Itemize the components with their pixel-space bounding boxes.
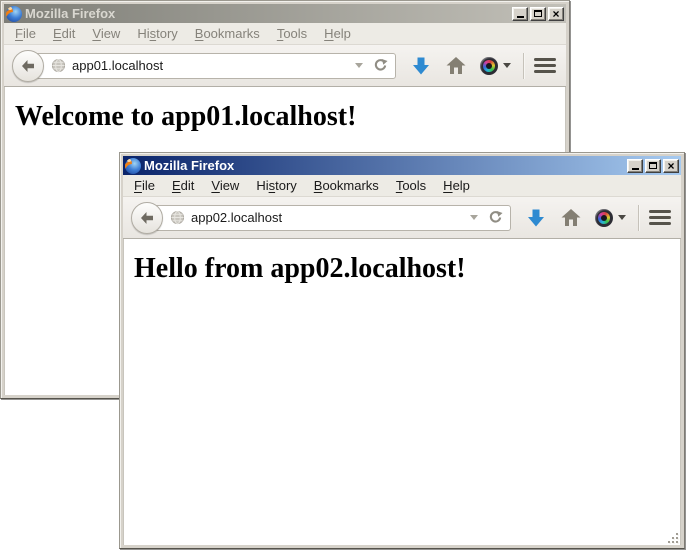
- menu-item-edit[interactable]: Edit: [46, 24, 82, 43]
- resize-grip[interactable]: [666, 531, 680, 545]
- menu-item-help[interactable]: Help: [436, 176, 477, 195]
- firefox-logo-icon: [6, 6, 22, 22]
- page-heading: Hello from app02.localhost!: [124, 253, 680, 285]
- menu-item-view[interactable]: View: [85, 24, 127, 43]
- home-button[interactable]: [446, 56, 466, 75]
- back-arrow-icon: [20, 58, 36, 74]
- addon-lens-icon: [595, 209, 613, 227]
- maximize-button[interactable]: [645, 159, 661, 173]
- minimize-button[interactable]: [627, 159, 643, 173]
- back-button[interactable]: [131, 202, 163, 234]
- url-bar[interactable]: app02.localhost: [147, 205, 511, 231]
- toolbar-separator: [638, 205, 639, 231]
- menu-item-tools[interactable]: Tools: [389, 176, 433, 195]
- menu-item-bookmarks[interactable]: Bookmarks: [188, 24, 267, 43]
- page-content-app02: Hello from app02.localhost!: [123, 239, 681, 545]
- addon-dropdown-icon: [618, 215, 626, 220]
- url-value[interactable]: app02.localhost: [191, 210, 466, 225]
- download-button[interactable]: [411, 56, 431, 76]
- page-heading: Welcome to app01.localhost!: [5, 101, 565, 133]
- menu-item-help[interactable]: Help: [317, 24, 358, 43]
- navigation-toolbar: app02.localhost: [123, 197, 681, 239]
- window-title: Mozilla Firefox: [144, 158, 625, 173]
- addon-button[interactable]: [595, 209, 626, 227]
- globe-icon[interactable]: [170, 210, 185, 225]
- close-button[interactable]: ×: [663, 159, 679, 173]
- addon-lens-icon: [480, 57, 498, 75]
- url-value[interactable]: app01.localhost: [72, 58, 351, 73]
- reload-icon[interactable]: [373, 58, 388, 73]
- maximize-button[interactable]: [530, 7, 546, 21]
- menu-item-file[interactable]: File: [127, 176, 162, 195]
- download-button[interactable]: [526, 208, 546, 228]
- menu-bar: FileEditViewHistoryBookmarksToolsHelp: [123, 175, 681, 197]
- home-icon: [561, 208, 581, 227]
- close-icon: ×: [552, 9, 559, 19]
- globe-icon[interactable]: [51, 58, 66, 73]
- back-button[interactable]: [12, 50, 44, 82]
- minimize-icon: [632, 168, 639, 170]
- url-dropdown-icon[interactable]: [470, 215, 478, 220]
- menu-item-history[interactable]: History: [130, 24, 184, 43]
- open-menu-button[interactable]: [649, 206, 671, 230]
- title-bar[interactable]: Mozilla Firefox ×: [123, 156, 681, 175]
- addon-dropdown-icon: [503, 63, 511, 68]
- toolbar-separator: [523, 53, 524, 79]
- download-icon: [411, 56, 431, 76]
- close-icon: ×: [667, 161, 674, 171]
- menu-item-tools[interactable]: Tools: [270, 24, 314, 43]
- menu-bar: FileEditViewHistoryBookmarksToolsHelp: [4, 23, 566, 45]
- menu-item-file[interactable]: File: [8, 24, 43, 43]
- download-icon: [526, 208, 546, 228]
- menu-item-edit[interactable]: Edit: [165, 176, 201, 195]
- maximize-icon: [534, 10, 542, 17]
- title-bar[interactable]: Mozilla Firefox ×: [4, 4, 566, 23]
- firefox-logo-icon: [125, 158, 141, 174]
- menu-item-view[interactable]: View: [204, 176, 246, 195]
- menu-item-bookmarks[interactable]: Bookmarks: [307, 176, 386, 195]
- back-arrow-icon: [139, 210, 155, 226]
- window-title: Mozilla Firefox: [25, 6, 510, 21]
- maximize-icon: [649, 162, 657, 169]
- addon-button[interactable]: [480, 57, 511, 75]
- navigation-toolbar: app01.localhost: [4, 45, 566, 87]
- browser-window-app02: Mozilla Firefox × FileEditViewHistoryBoo…: [119, 152, 685, 549]
- minimize-button[interactable]: [512, 7, 528, 21]
- home-icon: [446, 56, 466, 75]
- minimize-icon: [517, 16, 524, 18]
- menu-item-history[interactable]: History: [249, 176, 303, 195]
- close-button[interactable]: ×: [548, 7, 564, 21]
- open-menu-button[interactable]: [534, 54, 556, 78]
- url-dropdown-icon[interactable]: [355, 63, 363, 68]
- url-bar[interactable]: app01.localhost: [28, 53, 396, 79]
- home-button[interactable]: [561, 208, 581, 227]
- reload-icon[interactable]: [488, 210, 503, 225]
